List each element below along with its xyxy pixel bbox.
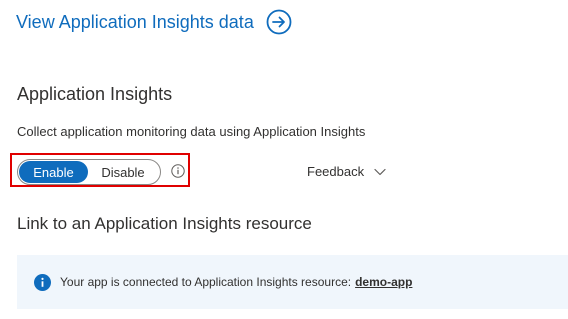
disable-option[interactable]: Disable xyxy=(88,161,158,183)
chevron-down-icon xyxy=(374,168,386,175)
info-message-bar: Your app is connected to Application Ins… xyxy=(17,255,568,309)
feedback-label: Feedback xyxy=(307,164,365,179)
section-title: Application Insights xyxy=(17,84,173,104)
link-resource-title: Link to an Application Insights resource xyxy=(17,214,312,233)
feedback-dropdown[interactable]: Feedback xyxy=(307,164,387,179)
info-filled-icon xyxy=(34,273,51,291)
enable-disable-toggle[interactable]: Enable Disable xyxy=(17,159,161,185)
view-insights-link[interactable]: View Application Insights data xyxy=(16,9,292,35)
view-insights-label: View Application Insights data xyxy=(16,11,254,32)
section-description: Collect application monitoring data usin… xyxy=(17,124,366,139)
infobar-message: Your app is connected to Application Ins… xyxy=(60,275,352,289)
resource-link[interactable]: demo-app xyxy=(355,275,412,289)
info-icon[interactable] xyxy=(171,164,185,178)
enable-option[interactable]: Enable xyxy=(19,161,88,183)
arrow-right-circle-icon xyxy=(266,9,292,35)
